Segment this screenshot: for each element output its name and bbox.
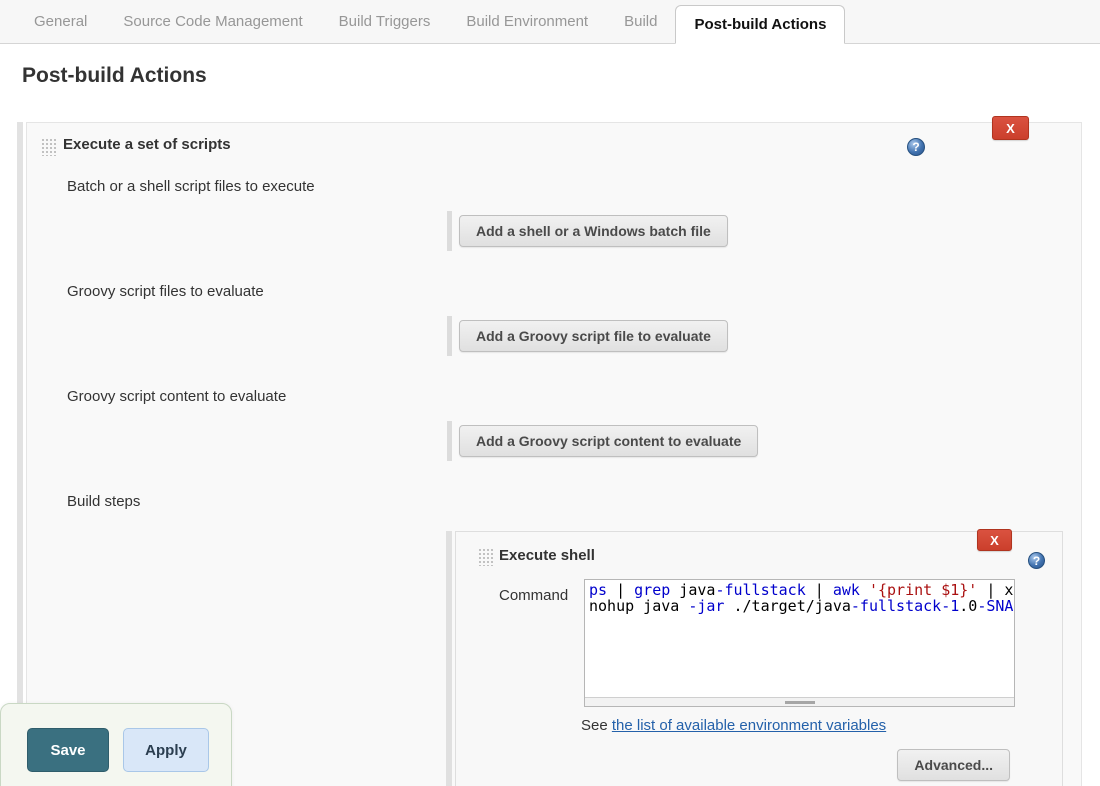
add-groovy-file-button[interactable]: Add a Groovy script file to evaluate [459, 320, 728, 352]
bottom-action-bar: Save Apply [0, 703, 232, 786]
command-label: Command [499, 587, 568, 604]
delete-step-button[interactable]: X [977, 529, 1012, 551]
env-vars-link[interactable]: the list of available environment variab… [612, 717, 886, 734]
see-prefix: See [581, 717, 612, 734]
help-icon[interactable]: ? [1028, 552, 1045, 569]
delete-section-button[interactable]: X [992, 116, 1029, 140]
drag-handle-icon[interactable] [478, 548, 493, 566]
jenkins-config-page: General Source Code Management Build Tri… [0, 0, 1100, 786]
step-drag-strip [446, 531, 452, 786]
tab-general[interactable]: General [16, 0, 105, 43]
add-groovy-content-button[interactable]: Add a Groovy script content to evaluate [459, 425, 758, 457]
apply-button[interactable]: Apply [123, 728, 209, 772]
groovy-content-label: Groovy script content to evaluate [67, 388, 286, 405]
advanced-button[interactable]: Advanced... [897, 749, 1010, 781]
execute-shell-step: Execute shell X ? Command ps | grep java… [455, 531, 1063, 786]
insertion-point-bar [447, 211, 452, 251]
editor-resize-bar[interactable] [585, 697, 1014, 706]
build-steps-label: Build steps [67, 493, 140, 510]
page-title: Post-build Actions [22, 64, 207, 88]
resize-grip-icon [785, 701, 815, 704]
tab-source-code-management[interactable]: Source Code Management [105, 0, 320, 43]
add-shell-batch-button[interactable]: Add a shell or a Windows batch file [459, 215, 728, 247]
insertion-point-bar [447, 421, 452, 461]
config-tab-bar: General Source Code Management Build Tri… [0, 0, 1100, 44]
tab-post-build-actions[interactable]: Post-build Actions [675, 5, 845, 44]
tab-build-triggers[interactable]: Build Triggers [321, 0, 449, 43]
drag-handle-icon[interactable] [41, 138, 56, 156]
command-editor[interactable]: ps | grep java-fullstack | awk '{print $… [584, 579, 1015, 707]
section-title: Execute a set of scripts [63, 136, 231, 153]
save-button[interactable]: Save [27, 728, 109, 772]
section-drag-strip [17, 122, 23, 786]
execute-shell-title: Execute shell [499, 547, 595, 564]
groovy-files-label: Groovy script files to evaluate [67, 283, 264, 300]
help-icon[interactable]: ? [907, 138, 925, 156]
command-code[interactable]: ps | grep java-fullstack | awk '{print $… [585, 580, 1014, 697]
env-vars-hint: See the list of available environment va… [581, 717, 886, 734]
insertion-point-bar [447, 316, 452, 356]
tab-build[interactable]: Build [606, 0, 675, 43]
batch-shell-label: Batch or a shell script files to execute [67, 178, 315, 195]
tab-build-environment[interactable]: Build Environment [448, 0, 606, 43]
